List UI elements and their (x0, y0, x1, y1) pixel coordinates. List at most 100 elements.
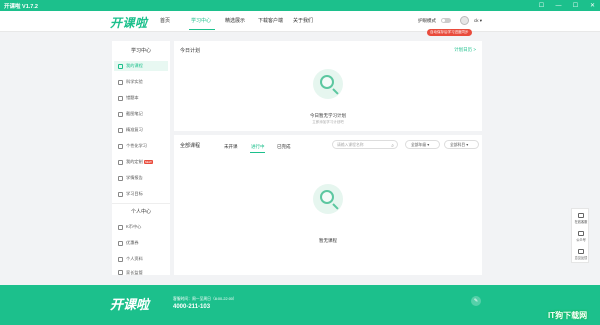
chat-icon[interactable]: ✎ (471, 296, 481, 306)
nav-showcase[interactable]: 精选展示 (225, 17, 245, 24)
user-icon (118, 256, 123, 262)
sidebar-item-label: K币中心 (126, 224, 142, 229)
sidebar-item-profile[interactable]: 个人资料 (114, 254, 168, 264)
study-center-heading: 学习中心 (130, 48, 151, 54)
wechat-icon (578, 231, 584, 236)
course-search-input[interactable]: 请输入课程名称 ⌕ (332, 140, 398, 149)
sidebar-item-label: 错题本 (126, 95, 139, 100)
empty-search-icon (313, 69, 343, 99)
window-controls: ☐ — ☐ ✕ (538, 0, 596, 11)
nav-study-center[interactable]: 学习中心 (191, 17, 211, 24)
today-plan-card: 今日计划 计划日历 > 今日暂无学习计划 立即添加学习计划吧 (174, 41, 482, 131)
coin-icon (118, 224, 123, 230)
nav-home[interactable]: 首页 (160, 17, 170, 24)
sidebar-item-coupons[interactable]: 优惠券 (114, 238, 168, 248)
sidebar-item-label: 学习目标 (126, 191, 143, 196)
sidebar-item-mistakes[interactable]: 错题本 (114, 93, 168, 103)
sync-tooltip: 自动保存后学习进度同步 (427, 29, 472, 36)
official-account-button[interactable]: 公众号 (572, 231, 590, 242)
sidebar-item-label: 优惠券 (126, 240, 139, 245)
watermark: IT狗下载网 (548, 311, 588, 320)
sidebar-item-label: 个性化学习 (126, 143, 147, 148)
tab-active-underline (250, 152, 265, 153)
sidebar-item-label: 科学实验 (126, 79, 143, 84)
new-badge: NEW (143, 160, 153, 164)
flask-icon (118, 79, 123, 85)
sidebar: 学习中心 我的课程 科学实验 错题本 截图笔记 精准复习 个性化学习 我的定制 … (112, 41, 170, 275)
window-title: 开课啦 V1.7.2 (4, 3, 38, 10)
sidebar-item-report[interactable]: 学情报告 (114, 173, 168, 183)
notebook-icon (118, 95, 123, 101)
all-courses-card: 全部课程 暂无课程 (174, 135, 482, 275)
skin-icon[interactable]: ☐ (538, 2, 545, 9)
review-icon (118, 127, 123, 133)
float-label: 意见反馈 (574, 256, 588, 260)
feedback-icon (578, 249, 584, 254)
sidebar-item-my-courses[interactable]: 我的课程 (114, 61, 168, 71)
sidebar-divider (112, 203, 170, 204)
empty-plan-text: 今日暂无学习计划 (310, 113, 346, 118)
maximize-icon[interactable]: ☐ (572, 2, 579, 9)
service-hours: 客服时间：周一至周日（8:00-22:00） (173, 297, 237, 301)
logo[interactable]: 开课啦 (110, 14, 148, 31)
nav-download[interactable]: 下载客户端 (258, 17, 283, 24)
today-plan-title: 今日计划 (180, 48, 201, 54)
image-icon (118, 111, 123, 117)
sidebar-item-label: 截图笔记 (126, 111, 143, 116)
sidebar-item-label: 个人资料 (126, 256, 143, 261)
title-bar: 开课啦 V1.7.2 ☐ — ☐ ✕ (0, 0, 600, 11)
username-menu[interactable]: ck ▾ (474, 18, 482, 24)
sidebar-item-label: 我的课程 (126, 63, 143, 68)
headset-icon (578, 213, 584, 218)
coupon-icon (118, 240, 123, 246)
subject-select-value: 全部科目 (450, 143, 466, 147)
sidebar-item-screenshot-notes[interactable]: 截图笔记 (114, 109, 168, 119)
close-icon[interactable]: ✕ (589, 2, 596, 9)
empty-courses-text: 暂无课程 (319, 238, 337, 243)
sidebar-item-label: 精准复习 (126, 127, 143, 132)
empty-plan-subtext: 立即添加学习计划吧 (312, 120, 344, 124)
minimize-icon[interactable]: — (555, 3, 562, 9)
grade-select[interactable]: 全部年级 ▾ (405, 140, 440, 149)
target-icon (118, 191, 123, 197)
search-icon[interactable]: ⌕ (391, 142, 394, 150)
sidebar-item-label: 学情报告 (126, 175, 143, 180)
subject-select[interactable]: 全部科目 ▾ (444, 140, 479, 149)
sidebar-item-science[interactable]: 科学实验 (114, 77, 168, 87)
sidebar-item-custom[interactable]: 我的定制 NEW (114, 157, 168, 167)
empty-search-icon (313, 184, 343, 214)
feedback-button[interactable]: 意见反馈 (572, 249, 590, 260)
footer-logo: 开课啦 (110, 297, 150, 312)
eye-mode-toggle[interactable] (441, 18, 451, 23)
tab-in-progress[interactable]: 进行中 (251, 144, 265, 150)
avatar[interactable] (460, 16, 469, 25)
tab-not-started[interactable]: 未开课 (224, 144, 238, 150)
footer: 开课啦 客服时间：周一至周日（8:00-22:00） 4000-211-103 … (0, 285, 600, 325)
course-icon (118, 63, 123, 69)
sidebar-item-label: 我的定制 (126, 159, 143, 164)
nav-active-underline (189, 29, 215, 30)
floating-service-bar: 在线客服 公众号 意见反馈 (571, 208, 589, 263)
sidebar-item-goals[interactable]: 学习目标 (114, 189, 168, 199)
float-label: 在线客服 (574, 220, 588, 224)
sidebar-item-kcoin[interactable]: K币中心 (114, 222, 168, 232)
personal-center-heading: 个人中心 (130, 209, 151, 215)
nav-about[interactable]: 关于我们 (293, 17, 313, 24)
all-courses-title: 全部课程 (180, 143, 201, 149)
sidebar-item-personalized[interactable]: 个性化学习 (114, 141, 168, 151)
eye-mode-label: 护眼模式 (418, 18, 436, 23)
plan-calendar-link[interactable]: 计划日历 > (454, 47, 476, 53)
report-icon (118, 175, 123, 181)
custom-icon (118, 159, 123, 165)
sidebar-item-parental[interactable]: 家长监管 (114, 270, 168, 275)
grade-select-value: 全部年级 (411, 143, 427, 147)
top-nav: 开课啦 首页 学习中心 精选展示 下载客户端 关于我们 护眼模式 ck ▾ (0, 11, 600, 32)
sidebar-item-label: 家长监管 (126, 269, 143, 275)
sidebar-item-review[interactable]: 精准复习 (114, 125, 168, 135)
float-label: 公众号 (576, 238, 586, 242)
service-phone: 4000-211-103 (173, 304, 211, 310)
search-placeholder: 请输入课程名称 (337, 143, 364, 147)
shield-icon (118, 270, 123, 275)
tab-completed[interactable]: 已完成 (277, 144, 291, 150)
online-service-button[interactable]: 在线客服 (572, 213, 590, 224)
